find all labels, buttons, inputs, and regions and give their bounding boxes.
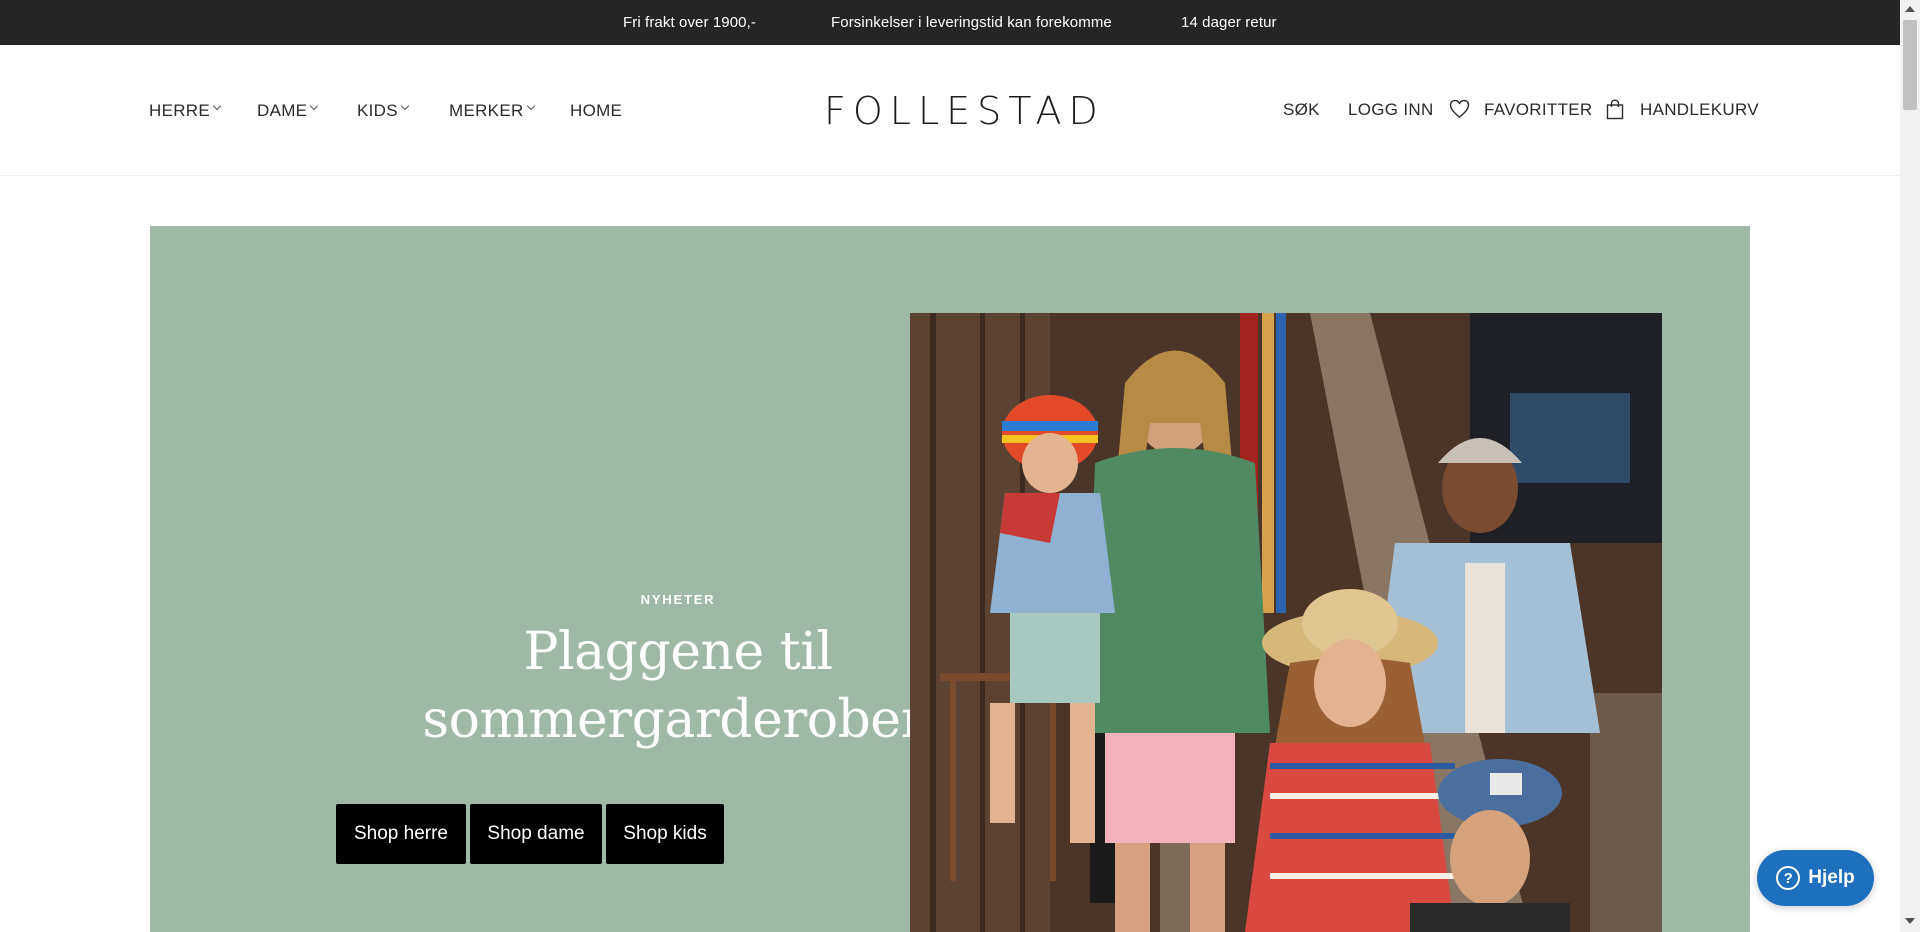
- nav-home[interactable]: HOME: [570, 101, 622, 121]
- announcement-delivery-delays: Forsinkelser i leveringstid kan forekomm…: [831, 14, 1112, 31]
- help-button[interactable]: ? Hjelp: [1757, 850, 1874, 906]
- nav-merker[interactable]: MERKER: [449, 101, 535, 121]
- chevron-down-icon: [400, 101, 410, 111]
- heart-icon[interactable]: [1449, 99, 1470, 124]
- chevron-down-icon: [212, 101, 222, 111]
- site-header: HERRE DAME KIDS MERKER HOME FOLLESTAD SØ…: [0, 45, 1900, 176]
- shop-herre-button[interactable]: Shop herre: [336, 804, 466, 864]
- nav-merker-label: MERKER: [449, 101, 524, 120]
- site-logo[interactable]: FOLLESTAD: [824, 89, 1105, 133]
- chevron-down-icon: [310, 101, 319, 111]
- page-scrollbar[interactable]: [1900, 0, 1920, 932]
- nav-herre-label: HERRE: [149, 101, 211, 120]
- announcement-returns: 14 dager retur: [1181, 14, 1277, 31]
- scroll-down-arrow-icon[interactable]: [1905, 918, 1915, 924]
- nav-kids-label: KIDS: [357, 101, 398, 120]
- announcement-free-shipping: Fri frakt over 1900,-: [623, 14, 756, 31]
- nav-herre[interactable]: HERRE: [149, 101, 222, 121]
- question-icon: ?: [1776, 866, 1801, 890]
- scroll-up-arrow-icon[interactable]: [1905, 6, 1915, 12]
- chevron-down-icon: [526, 101, 535, 111]
- search-link[interactable]: SØK: [1283, 100, 1320, 120]
- favorites-link[interactable]: FAVORITTER: [1484, 100, 1592, 120]
- hero-banner: NYHETER Plaggene til sommergarderoben Sh…: [150, 226, 1750, 932]
- scrollbar-thumb[interactable]: [1903, 20, 1917, 110]
- announcement-bar: Fri frakt over 1900,- Forsinkelser i lev…: [0, 0, 1900, 45]
- nav-home-label: HOME: [570, 101, 623, 120]
- shop-kids-button[interactable]: Shop kids: [606, 804, 724, 864]
- shop-dame-button[interactable]: Shop dame: [470, 804, 602, 864]
- nav-dame-label: DAME: [257, 101, 308, 120]
- hero-eyebrow: NYHETER: [640, 592, 716, 607]
- hero-photo[interactable]: [910, 313, 1662, 932]
- shopping-bag-icon[interactable]: [1606, 99, 1624, 125]
- nav-dame[interactable]: DAME: [257, 101, 319, 121]
- login-link[interactable]: LOGG INN: [1348, 100, 1434, 120]
- cart-link[interactable]: HANDLEKURV: [1640, 100, 1759, 120]
- nav-kids[interactable]: KIDS: [357, 101, 410, 121]
- help-label: Hjelp: [1808, 867, 1855, 888]
